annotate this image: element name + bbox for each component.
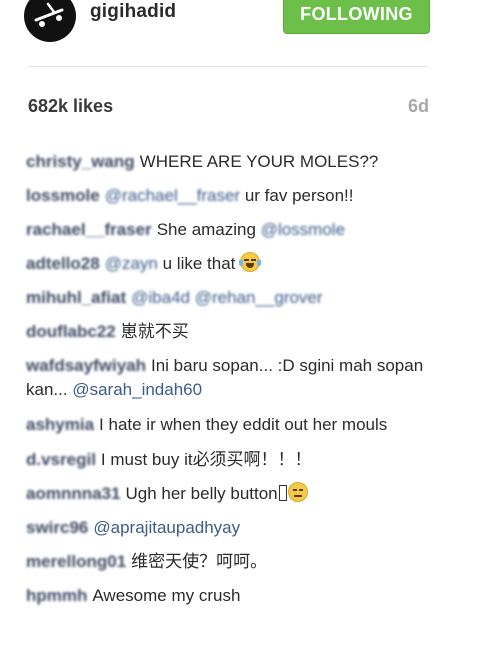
comment: d.vsregil I must buy it必须买啊！！！ <box>26 448 436 472</box>
comment: swirc96 @aprajitaupadhyay <box>26 516 436 540</box>
comment-username[interactable]: swirc96 <box>26 518 88 537</box>
comment-mention[interactable]: @sarah_indah60 <box>72 380 202 399</box>
divider <box>28 66 428 67</box>
comment-mention[interactable]: @zayn <box>105 254 158 273</box>
comment-list: christy_wang WHERE ARE YOUR MOLES?? lossm… <box>26 150 436 618</box>
comment: ashymia I hate ir when they eddit out her… <box>26 413 436 437</box>
comment-text: Ugh her belly button <box>125 484 278 503</box>
comment-username[interactable]: douflabc22 <box>26 322 116 341</box>
comment-text: I must buy it必须买啊！！！ <box>100 450 312 469</box>
comment-username[interactable]: christy_wang <box>26 152 135 171</box>
comment-mention[interactable]: @aprajitaupadhyay <box>93 518 240 537</box>
comment: rachael__fraser She amazing @lossmole <box>26 218 436 242</box>
comment: wafdsayfwiyah Ini baru sopan... :D sgini … <box>26 354 436 402</box>
comment-mention[interactable]: @rachael__fraser <box>105 186 240 205</box>
comment-mention[interactable]: @iba4d <box>131 288 190 307</box>
comment-username[interactable]: d.vsregil <box>26 450 96 469</box>
comment-username[interactable]: mihuhl_afiat <box>26 288 126 307</box>
comment-text: Awesome my crush <box>92 586 241 605</box>
comment-username[interactable]: merellong01 <box>26 552 126 571</box>
comment-mention[interactable]: @lossmole <box>261 220 345 239</box>
comment-username[interactable]: ashymia <box>26 415 94 434</box>
comment-username[interactable]: wafdsayfwiyah <box>26 356 146 375</box>
comment: adtello28 @zayn u like that <box>26 252 436 276</box>
skateboard-icon <box>34 2 64 27</box>
comment-text: ur fav person!! <box>244 186 354 205</box>
post-header: gigihadid FOLLOWING <box>0 0 481 62</box>
comment-mention[interactable]: @rehan__grover <box>195 288 323 307</box>
comment-text: 崽就不买 <box>120 322 189 341</box>
comment-username[interactable]: adtello28 <box>26 254 100 273</box>
username[interactable]: gigihadid <box>90 1 176 23</box>
comment-username[interactable]: lossmole <box>26 186 100 205</box>
comment: mihuhl_afiat @iba4d @rehan__grover <box>26 286 436 310</box>
comment: douflabc22 崽就不买 <box>26 320 436 344</box>
comment-username[interactable]: rachael__fraser <box>26 220 152 239</box>
comment-text: 维密天使？呵呵。 <box>131 552 268 571</box>
comment: merellong01 维密天使？呵呵。 <box>26 550 436 574</box>
comment-text: She amazing <box>156 220 256 239</box>
comment-text: u like that <box>162 254 236 273</box>
comment-text: WHERE ARE YOUR MOLES?? <box>139 152 379 171</box>
following-button[interactable]: FOLLOWING <box>283 0 430 34</box>
comment-text: I hate ir when they eddit out her mouls <box>99 415 388 434</box>
comment-username[interactable]: hpmmh <box>26 586 87 605</box>
post-age: 6d <box>407 96 429 116</box>
likes-count[interactable]: 682k likes <box>28 96 113 117</box>
comment-username[interactable]: aomnnna31 <box>26 484 120 503</box>
comment: christy_wang WHERE ARE YOUR MOLES?? <box>26 150 436 174</box>
comment: lossmole @rachael__fraser ur fav person!! <box>26 184 436 208</box>
comment: aomnnna31 Ugh her belly button <box>26 482 436 506</box>
missing-glyph-icon <box>278 485 287 501</box>
comment: hpmmh Awesome my crush <box>26 584 436 608</box>
neutral-face-emoji-icon <box>287 482 308 502</box>
instagram-post-comments: gigihadid FOLLOWING 682k likes 6d christ… <box>0 0 481 646</box>
avatar[interactable] <box>24 0 76 42</box>
tears-of-joy-emoji-icon <box>239 252 262 272</box>
